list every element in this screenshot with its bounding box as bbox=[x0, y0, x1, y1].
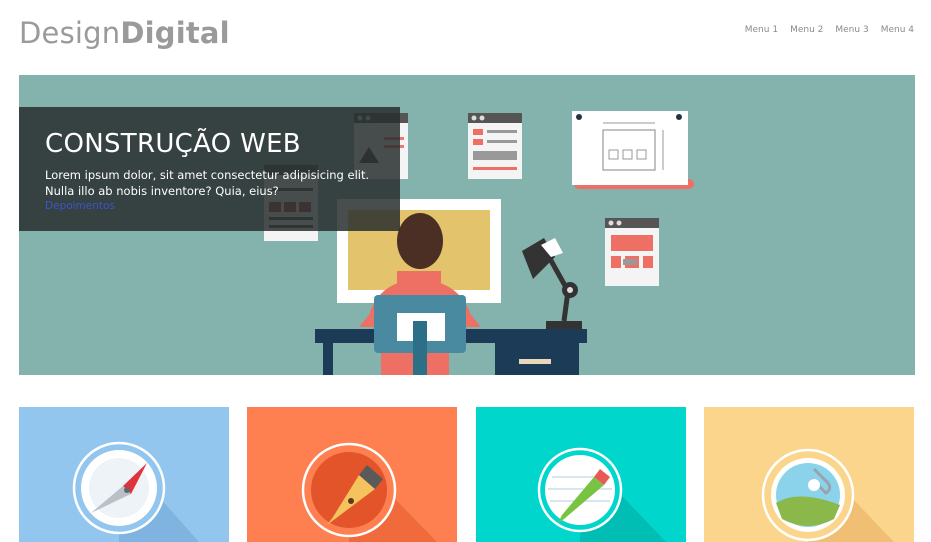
pen-nib-icon bbox=[301, 442, 437, 542]
grid-window-icon bbox=[605, 218, 659, 286]
feature-card-pencil[interactable] bbox=[476, 407, 686, 542]
hero-caption: CONSTRUÇÃO WEB Lorem ipsum dolor, sit am… bbox=[19, 107, 400, 231]
site-logo[interactable]: DesignDigital bbox=[19, 16, 230, 50]
testimonials-link[interactable]: Depoimentos bbox=[45, 199, 374, 213]
pencil-icon bbox=[537, 447, 666, 542]
hero-title: CONSTRUÇÃO WEB bbox=[45, 129, 301, 159]
desk-lamp-icon bbox=[522, 238, 582, 329]
menu-item-2[interactable]: Menu 2 bbox=[784, 25, 829, 35]
compass-icon bbox=[72, 441, 199, 542]
main-menu: Menu 1 Menu 2 Menu 3 Menu 4 bbox=[739, 25, 914, 35]
feature-card-pen[interactable] bbox=[247, 407, 457, 542]
hero-banner: CONSTRUÇÃO WEB Lorem ipsum dolor, sit am… bbox=[19, 75, 915, 375]
logo-light-text: Design bbox=[19, 16, 121, 50]
hero-text: Lorem ipsum dolor, sit amet consectetur … bbox=[45, 168, 370, 198]
menu-item-1[interactable]: Menu 1 bbox=[739, 25, 784, 35]
menu-item-3[interactable]: Menu 3 bbox=[829, 25, 874, 35]
feature-card-compass[interactable] bbox=[19, 407, 229, 542]
paperclip-image-icon bbox=[761, 448, 894, 542]
menu-item-4[interactable]: Menu 4 bbox=[875, 25, 914, 35]
blueprint-icon bbox=[572, 111, 694, 189]
logo-bold-text: Digital bbox=[120, 16, 230, 50]
document-window-icon bbox=[468, 113, 522, 179]
feature-card-attachment[interactable] bbox=[704, 407, 914, 542]
